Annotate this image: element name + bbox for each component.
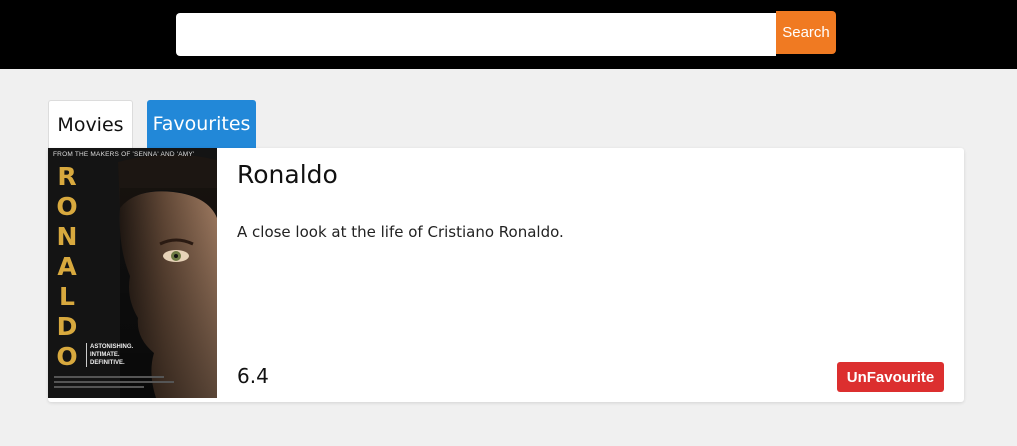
poster-subtext-line: DEFINITIVE. [90,360,125,366]
movie-rating: 6.4 [237,364,269,388]
poster-subtext: ASTONISHING. INTIMATE. DEFINITIVE. [86,343,133,367]
poster-tagline: FROM THE MAKERS OF 'SENNA' AND 'AMY' [53,151,195,158]
poster-title: R O N A L D O [52,162,82,372]
poster-letter: O [56,342,78,371]
poster-subtext-line: INTIMATE. [90,352,120,358]
poster-letter: O [56,192,78,221]
poster-letter: L [59,282,75,311]
movie-card: FROM THE MAKERS OF 'SENNA' AND 'AMY' R O… [48,148,964,402]
movie-title: Ronaldo [237,160,338,189]
movie-poster: FROM THE MAKERS OF 'SENNA' AND 'AMY' R O… [48,148,217,398]
poster-subtext-line: ASTONISHING. [90,344,134,350]
poster-letter: D [56,312,78,341]
movie-description: A close look at the life of Cristiano Ro… [237,223,564,241]
search-button[interactable]: Search [776,11,836,54]
unfavourite-button[interactable]: UnFavourite [837,362,944,392]
tab-favourites[interactable]: Favourites [147,100,256,148]
tab-movies[interactable]: Movies [48,100,133,148]
poster-letter: R [57,162,77,191]
poster-letter: N [56,222,78,251]
search-input[interactable] [176,13,776,56]
top-bar: Search [0,0,1017,69]
poster-letter: A [57,252,77,281]
